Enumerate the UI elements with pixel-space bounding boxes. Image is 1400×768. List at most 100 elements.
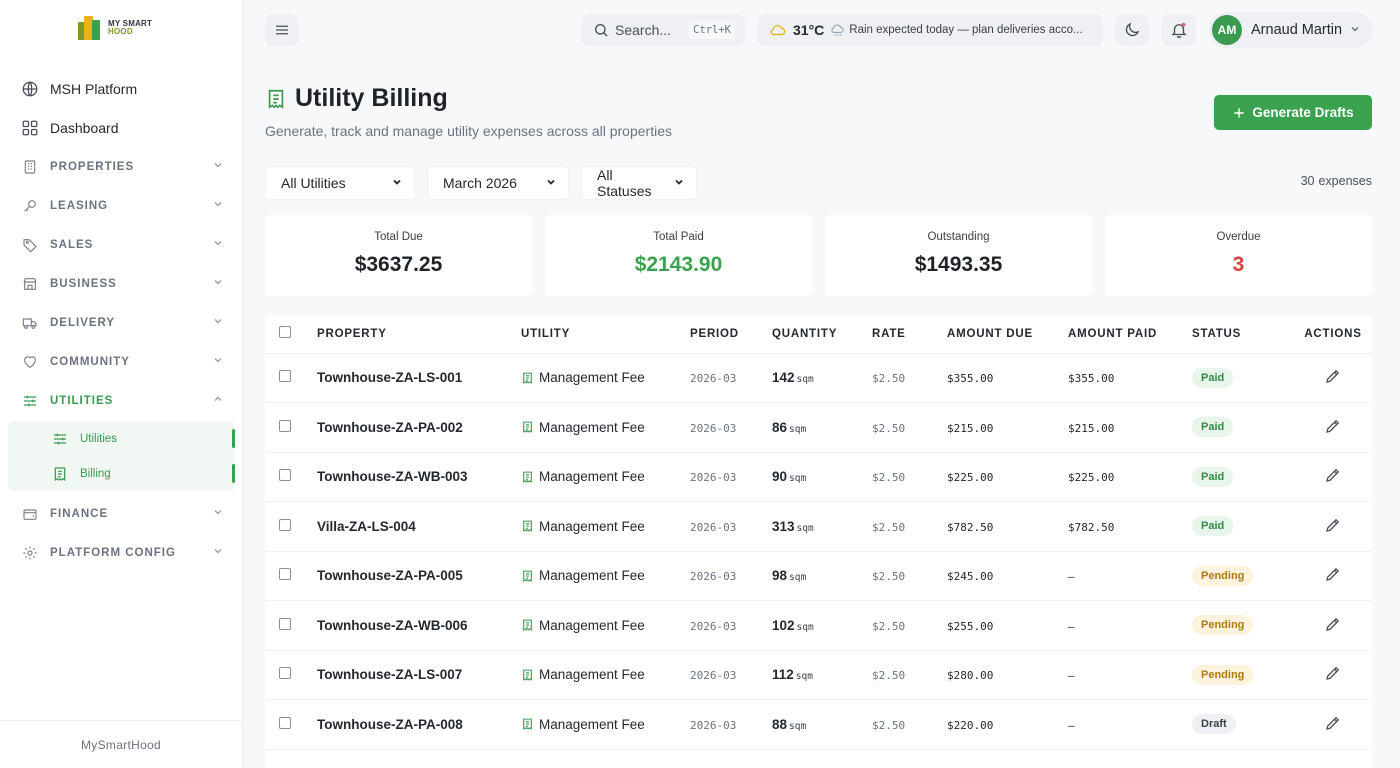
table-row[interactable]: Townhouse-ZA-PA-002 Management Fee 2026-… <box>265 403 1372 452</box>
column-header-amount-paid[interactable]: AMOUNT PAID <box>1068 315 1192 353</box>
logo-mark-icon <box>78 16 104 40</box>
quantity-unit: sqm <box>789 423 807 435</box>
row-checkbox[interactable] <box>279 518 291 531</box>
quantity-unit: sqm <box>796 374 814 386</box>
user-menu[interactable]: AM Arnaud Martin <box>1209 12 1373 48</box>
sidebar-item-label: SALES <box>50 238 94 251</box>
row-checkbox[interactable] <box>279 419 291 432</box>
period-filter-select[interactable]: March 2026 <box>427 166 569 200</box>
sidebar-item-dashboard[interactable]: Dashboard <box>8 109 235 146</box>
quantity-unit: sqm <box>789 473 807 485</box>
column-header-period[interactable]: PERIOD <box>690 315 772 353</box>
chevron-down-icon <box>546 177 556 190</box>
sidebar-item-finance[interactable]: FINANCE <box>8 495 235 532</box>
search-input[interactable]: Search... Ctrl+K <box>581 14 745 46</box>
sidebar-item-business[interactable]: BUSINESS <box>8 265 235 302</box>
receipt-icon <box>265 88 287 110</box>
column-header-status[interactable]: STATUS <box>1192 315 1294 353</box>
utilities-submenu: Utilities Billing <box>8 421 235 491</box>
column-header-property[interactable]: PROPERTY <box>317 315 521 353</box>
edit-button[interactable] <box>1324 714 1342 732</box>
stat-total-due: Total Due $3637.25 <box>265 215 532 296</box>
quantity-value: 142 <box>772 370 795 386</box>
weather-temperature: 31°C <box>793 22 825 38</box>
sidebar-item-msh-platform[interactable]: MSH Platform <box>8 70 235 107</box>
receipt-icon <box>521 420 534 434</box>
key-icon <box>20 196 40 216</box>
quantity-value: 98 <box>772 568 788 584</box>
edit-button[interactable] <box>1324 664 1342 682</box>
property-name[interactable]: Townhouse-ZA-WB-006 <box>317 618 468 633</box>
property-name[interactable]: Townhouse-ZA-PA-008 <box>317 717 463 732</box>
property-name[interactable]: Townhouse-ZA-PA-002 <box>317 420 463 435</box>
table-row[interactable]: Townhouse-ZA-WB-006 Management Fee 2026-… <box>265 601 1372 650</box>
table-row[interactable]: Townhouse-ZA-LS-001 Management Fee 2026-… <box>265 353 1372 403</box>
expense-count-value: 30 <box>1300 174 1315 188</box>
utility-filter-select[interactable]: All Utilities <box>265 166 415 200</box>
sidebar-subitem-billing[interactable]: Billing <box>8 456 235 491</box>
column-header-rate[interactable]: RATE <box>872 315 947 353</box>
edit-button[interactable] <box>1324 516 1342 534</box>
table-row[interactable]: Townhouse-ZA-PA-005 Management Fee 2026-… <box>265 551 1372 601</box>
sidebar-item-leasing[interactable]: LEASING <box>8 187 235 224</box>
sidebar-item-platform-config[interactable]: PLATFORM CONFIG <box>8 534 235 571</box>
table-row[interactable]: Townhouse-ZA-LS-007 Management Fee 2026-… <box>265 650 1372 700</box>
logo[interactable]: MY SMART HOOD <box>78 16 152 40</box>
row-checkbox[interactable] <box>279 667 291 680</box>
row-checkbox[interactable] <box>279 370 291 383</box>
sidebar-subitem-label: Billing <box>80 467 111 480</box>
edit-button[interactable] <box>1324 565 1342 583</box>
sidebar-subitem-utilities[interactable]: Utilities <box>8 421 235 456</box>
row-checkbox[interactable] <box>279 568 291 581</box>
wallet-icon <box>20 504 40 524</box>
sidebar-item-utilities[interactable]: UTILITIES <box>8 382 235 419</box>
row-checkbox[interactable] <box>279 617 291 630</box>
summary-stats: Total Due $3637.25 Total Paid $2143.90 O… <box>265 215 1372 296</box>
chevron-down-icon <box>674 177 684 190</box>
quantity-value: 86 <box>772 419 788 435</box>
sidebar-item-community[interactable]: COMMUNITY <box>8 343 235 380</box>
pencil-icon <box>1326 716 1340 730</box>
sidebar-item-properties[interactable]: PROPERTIES <box>8 148 235 185</box>
sliders-icon <box>50 429 70 449</box>
sidebar-item-label: PLATFORM CONFIG <box>50 546 176 559</box>
table-row[interactable]: Townhouse-ZA-WB-003 Management Fee 2026-… <box>265 452 1372 502</box>
menu-toggle-button[interactable] <box>265 14 299 46</box>
select-all-checkbox[interactable] <box>279 326 291 339</box>
amount-paid-value: — <box>1068 619 1075 633</box>
property-name[interactable]: Townhouse-ZA-LS-001 <box>317 370 462 385</box>
amount-paid-value: — <box>1068 669 1075 683</box>
weather-widget[interactable]: 31°C Rain expected today — plan deliveri… <box>757 14 1103 46</box>
property-name[interactable]: Townhouse-ZA-WB-003 <box>317 469 468 484</box>
edit-button[interactable] <box>1324 367 1342 385</box>
amount-due-value: $782.50 <box>947 520 994 534</box>
sidebar-subitem-label: Utilities <box>80 432 118 445</box>
period-value: 2026-03 <box>690 520 737 534</box>
table-row[interactable]: Villa-ZA-LS-004 Management Fee 2026-03 3… <box>265 502 1372 551</box>
row-checkbox[interactable] <box>279 469 291 482</box>
stat-label: Overdue <box>1216 231 1261 243</box>
column-header-quantity[interactable]: QUANTITY <box>772 315 872 353</box>
table-row[interactable]: Townhouse-ZA-PA-008 Management Fee 2026-… <box>265 700 1372 749</box>
sidebar-item-delivery[interactable]: DELIVERY <box>8 304 235 341</box>
column-header-amount-due[interactable]: AMOUNT DUE <box>947 315 1068 353</box>
sidebar-item-label: Dashboard <box>50 119 119 136</box>
property-name[interactable]: Townhouse-ZA-PA-005 <box>317 568 463 583</box>
edit-button[interactable] <box>1324 417 1342 435</box>
column-header-utility[interactable]: UTILITY <box>521 315 690 353</box>
notifications-button[interactable] <box>1162 14 1196 46</box>
generate-drafts-button[interactable]: Generate Drafts <box>1214 95 1372 130</box>
period-value: 2026-03 <box>690 421 737 435</box>
edit-button[interactable] <box>1324 466 1342 484</box>
page-subtitle: Generate, track and manage utility expen… <box>265 123 672 139</box>
status-filter-select[interactable]: All Statuses <box>581 166 697 200</box>
edit-button[interactable] <box>1324 615 1342 633</box>
amount-due-value: $245.00 <box>947 570 994 584</box>
sidebar-item-sales[interactable]: SALES <box>8 226 235 263</box>
property-name[interactable]: Villa-ZA-LS-004 <box>317 519 416 534</box>
row-checkbox[interactable] <box>279 716 291 729</box>
theme-toggle-button[interactable] <box>1115 14 1149 46</box>
chevron-down-icon <box>213 316 223 329</box>
status-badge: Pending <box>1192 565 1254 586</box>
property-name[interactable]: Townhouse-ZA-LS-007 <box>317 667 462 682</box>
